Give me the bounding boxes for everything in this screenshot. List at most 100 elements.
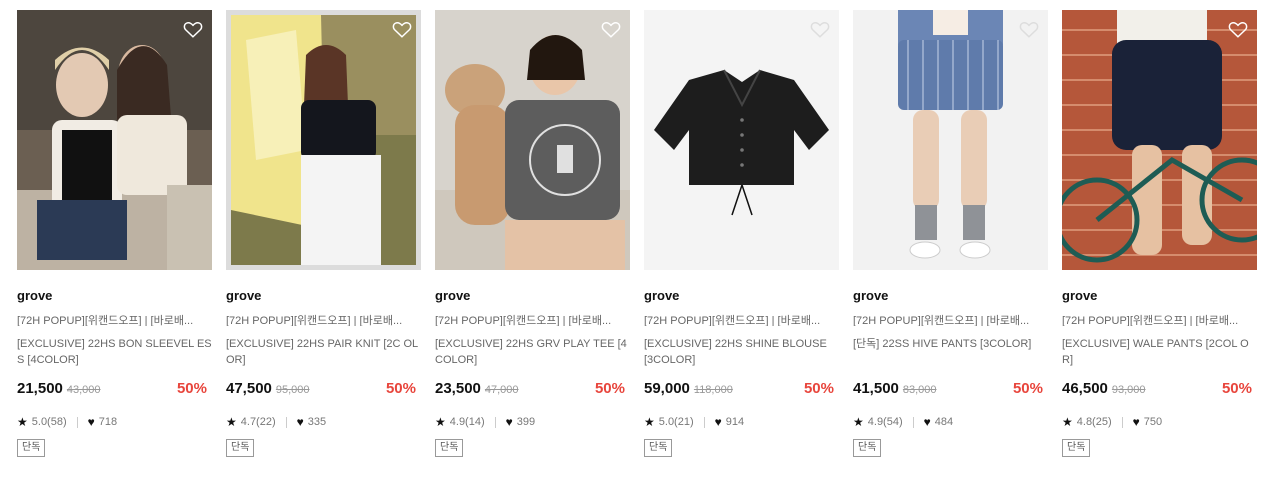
star-icon: ★	[435, 415, 446, 429]
rating-text: 4.8(25)	[1076, 416, 1112, 428]
likes-count: 484	[934, 416, 954, 428]
product-image[interactable]	[226, 10, 421, 270]
product-image[interactable]	[435, 10, 630, 270]
rating-text: 4.7(22)	[240, 416, 276, 428]
product-promo-title[interactable]: [72H POPUP][위캔드오프] | [바로배...	[17, 312, 212, 326]
product-image[interactable]	[1062, 10, 1257, 270]
brand-name[interactable]: grove	[226, 288, 421, 304]
price-row: 23,500 47,000 50%	[435, 380, 625, 402]
star-icon: ★	[644, 415, 655, 429]
product-card[interactable]: grove [72H POPUP][위캔드오프] | [바로배... [EXCL…	[17, 10, 212, 457]
exclusive-badge: 단독	[435, 439, 464, 457]
product-title[interactable]: [EXCLUSIVE] 22HS SHINE BLOUSE [3COLOR]	[644, 336, 839, 368]
sale-price: 21,500	[17, 380, 63, 397]
product-promo-title[interactable]: [72H POPUP][위캔드오프] | [바로배...	[435, 312, 630, 326]
brand-name[interactable]: grove	[644, 288, 839, 304]
product-photo	[1062, 10, 1257, 270]
heart-filled-icon: ♥	[714, 415, 722, 429]
product-card[interactable]: grove [72H POPUP][위캔드오프] | [바로배... [EXCL…	[435, 10, 630, 457]
product-meta: ★ 4.9(54) ♥ 484	[853, 414, 1048, 430]
exclusive-badge: 단독	[644, 439, 673, 457]
rating-text: 4.9(54)	[867, 416, 903, 428]
exclusive-badge: 단독	[1062, 439, 1091, 457]
product-card[interactable]: grove [72H POPUP][위캔드오프] | [바로배... [단독] …	[853, 10, 1048, 457]
original-price: 43,000	[66, 384, 101, 396]
heart-filled-icon: ♥	[923, 415, 931, 429]
product-photo	[435, 10, 630, 270]
product-meta: ★ 4.7(22) ♥ 335	[226, 414, 421, 430]
divider	[285, 416, 287, 428]
wishlist-heart-icon[interactable]	[182, 18, 204, 40]
wishlist-heart-icon[interactable]	[809, 18, 831, 40]
brand-name[interactable]: grove	[853, 288, 1048, 304]
exclusive-badge: 단독	[17, 439, 46, 457]
product-meta: ★ 4.8(25) ♥ 750	[1062, 414, 1257, 430]
exclusive-badge: 단독	[853, 439, 882, 457]
discount-rate: 50%	[594, 380, 625, 397]
product-promo-title[interactable]: [72H POPUP][위캔드오프] | [바로배...	[1062, 312, 1257, 326]
heart-filled-icon: ♥	[296, 415, 304, 429]
sale-price: 47,500	[226, 380, 272, 397]
product-card[interactable]: grove [72H POPUP][위캔드오프] | [바로배... [EXCL…	[1062, 10, 1257, 457]
sale-price: 59,000	[644, 380, 690, 397]
brand-name[interactable]: grove	[17, 288, 212, 304]
price-row: 21,500 43,000 50%	[17, 380, 207, 402]
product-title[interactable]: [EXCLUSIVE] 22HS GRV PLAY TEE [4COLOR]	[435, 336, 630, 368]
product-image[interactable]	[644, 10, 839, 270]
product-card[interactable]: grove [72H POPUP][위캔드오프] | [바로배... [EXCL…	[226, 10, 421, 457]
price-row: 59,000 118,000 50%	[644, 380, 834, 402]
product-title[interactable]: [EXCLUSIVE] 22HS BON SLEEVEL ESS [4COLOR…	[17, 336, 212, 368]
divider	[703, 416, 705, 428]
original-price: 118,000	[693, 384, 733, 396]
product-photo	[17, 10, 212, 270]
rating-text: 5.0(21)	[658, 416, 694, 428]
likes-count: 750	[1143, 416, 1163, 428]
discount-rate: 50%	[1012, 380, 1043, 397]
brand-name[interactable]: grove	[435, 288, 630, 304]
discount-rate: 50%	[176, 380, 207, 397]
product-title[interactable]: [EXCLUSIVE] 22HS PAIR KNIT [2C OLOR]	[226, 336, 421, 368]
product-image[interactable]	[17, 10, 212, 270]
star-icon: ★	[853, 415, 864, 429]
price-row: 47,500 95,000 50%	[226, 380, 416, 402]
heart-filled-icon: ♥	[1132, 415, 1140, 429]
wishlist-heart-icon[interactable]	[1227, 18, 1249, 40]
heart-filled-icon: ♥	[87, 415, 95, 429]
rating-text: 5.0(58)	[31, 416, 67, 428]
wishlist-heart-icon[interactable]	[1018, 18, 1040, 40]
product-promo-title[interactable]: [72H POPUP][위캔드오프] | [바로배...	[644, 312, 839, 326]
original-price: 93,000	[1111, 384, 1146, 396]
product-meta: ★ 5.0(58) ♥ 718	[17, 414, 212, 430]
price-row: 46,500 93,000 50%	[1062, 380, 1252, 402]
product-title[interactable]: [단독] 22SS HIVE PANTS [3COLOR]	[853, 336, 1048, 368]
discount-rate: 50%	[1221, 380, 1252, 397]
wishlist-heart-icon[interactable]	[391, 18, 413, 40]
product-promo-title[interactable]: [72H POPUP][위캔드오프] | [바로배...	[853, 312, 1048, 326]
star-icon: ★	[1062, 415, 1073, 429]
sale-price: 41,500	[853, 380, 899, 397]
wishlist-heart-icon[interactable]	[600, 18, 622, 40]
likes-count: 718	[98, 416, 118, 428]
original-price: 47,000	[484, 384, 519, 396]
divider	[76, 416, 78, 428]
original-price: 83,000	[902, 384, 937, 396]
product-image[interactable]	[853, 10, 1048, 270]
product-title[interactable]: [EXCLUSIVE] WALE PANTS [2COL OR]	[1062, 336, 1257, 368]
product-meta: ★ 5.0(21) ♥ 914	[644, 414, 839, 430]
product-card[interactable]: grove [72H POPUP][위캔드오프] | [바로배... [EXCL…	[644, 10, 839, 457]
likes-count: 399	[516, 416, 536, 428]
discount-rate: 50%	[803, 380, 834, 397]
star-icon: ★	[17, 415, 28, 429]
product-promo-title[interactable]: [72H POPUP][위캔드오프] | [바로배...	[226, 312, 421, 326]
star-icon: ★	[226, 415, 237, 429]
product-photo	[644, 10, 839, 270]
brand-name[interactable]: grove	[1062, 288, 1257, 304]
product-photo	[226, 10, 421, 270]
divider	[1121, 416, 1123, 428]
divider	[494, 416, 496, 428]
likes-count: 914	[725, 416, 745, 428]
product-grid: grove [72H POPUP][위캔드오프] | [바로배... [EXCL…	[17, 10, 1257, 457]
product-photo	[853, 10, 1048, 270]
price-row: 41,500 83,000 50%	[853, 380, 1043, 402]
heart-filled-icon: ♥	[505, 415, 513, 429]
